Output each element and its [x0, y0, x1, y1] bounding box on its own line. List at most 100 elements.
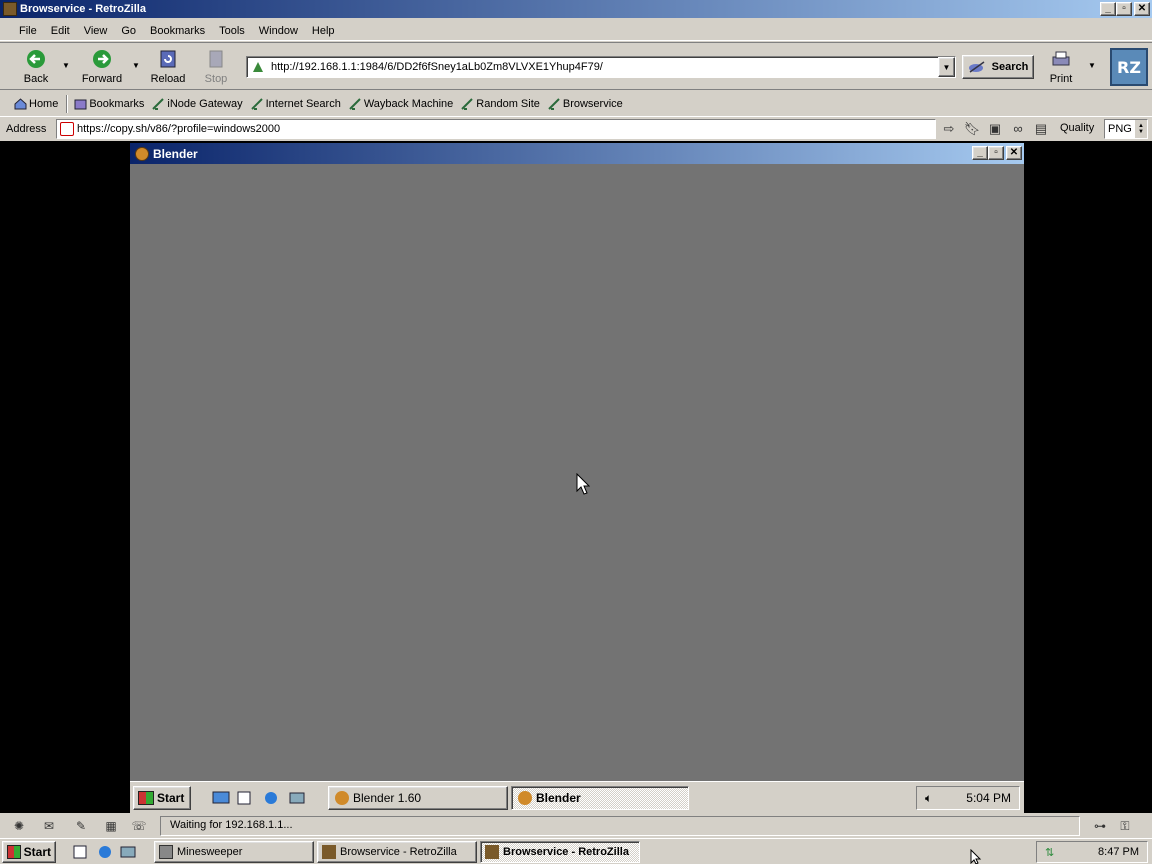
blender-window-title-bar[interactable]: Blender _ ▫ ✕: [130, 143, 1024, 164]
bookmark-home-label: Home: [29, 97, 59, 110]
close-button[interactable]: ✕: [1134, 2, 1150, 16]
security-icon[interactable]: ⚿: [1116, 818, 1134, 834]
internet-explorer-icon[interactable]: [96, 844, 114, 860]
mail-icon[interactable]: ✉: [40, 818, 58, 834]
system-tray: ⇅ 8:47 PM: [1036, 841, 1148, 863]
blender-minimize-button[interactable]: _: [972, 146, 988, 160]
url-field[interactable]: http://192.168.1.1:1984/6/DD2f6fSney1aLb…: [246, 56, 956, 78]
back-label: Back: [23, 73, 49, 85]
menu-file[interactable]: File: [12, 25, 44, 37]
address-book-icon[interactable]: ▦: [102, 818, 120, 834]
bookmark-browservice-label: Browservice: [562, 97, 623, 110]
bookmark-internet-search[interactable]: Internet Search: [250, 97, 341, 110]
online-status-icon[interactable]: ⊶: [1088, 818, 1112, 834]
bookmark-link-icon: [250, 97, 263, 110]
composer-icon[interactable]: ✎: [72, 818, 90, 834]
find-binoculars-icon[interactable]: ∞: [1009, 120, 1027, 138]
go-arrow-icon[interactable]: ⇨: [940, 120, 958, 138]
minimize-button[interactable]: _: [1100, 2, 1116, 16]
menu-tools[interactable]: Tools: [212, 25, 252, 37]
inner-task-blender[interactable]: Blender: [511, 786, 689, 810]
bookmarks-icon: [74, 99, 87, 109]
back-history-dropdown-icon[interactable]: ▼: [62, 61, 70, 70]
upload-icon[interactable]: ▤: [1032, 120, 1050, 138]
bookmark-bookmarks-label: Bookmarks: [89, 97, 145, 110]
address-label: Address: [6, 122, 47, 135]
network-icon[interactable]: [288, 790, 306, 806]
bookmark-home[interactable]: Home: [14, 98, 58, 110]
retrozilla-app-icon: [485, 845, 499, 859]
bookmarks-toolbar: Home Bookmarks iNode Gateway Internet Se…: [0, 92, 1152, 115]
retrozilla-app-icon: [3, 2, 17, 16]
connection-status-icon: ✺: [13, 819, 25, 833]
print-dropdown-icon[interactable]: ▼: [1088, 61, 1096, 70]
bookmark-inode-gateway[interactable]: iNode Gateway: [152, 98, 243, 110]
maximize-button[interactable]: ▫: [1116, 2, 1132, 16]
show-desktop-icon[interactable]: [72, 844, 90, 860]
menu-view[interactable]: View: [77, 25, 115, 37]
reload-label: Reload: [150, 73, 186, 85]
window-title-bar: Browservice - RetroZilla _ ▫ ✕: [0, 0, 1152, 18]
menu-window[interactable]: Window: [252, 25, 305, 37]
stop-icon: [209, 50, 223, 68]
volume-icon[interactable]: 🔈︎: [925, 791, 932, 806]
blender-maximize-button[interactable]: ▫: [988, 146, 1004, 160]
address-input[interactable]: https://copy.sh/v86/?profile=windows2000: [56, 119, 936, 139]
internet-explorer-icon[interactable]: [262, 790, 280, 806]
insecure-lock-icon: [60, 122, 74, 136]
inner-start-button[interactable]: Start: [133, 786, 191, 810]
back-arrow-icon: [27, 50, 45, 68]
bookmark-link-icon: [461, 97, 473, 110]
reload-button[interactable]: Reload: [148, 46, 188, 88]
network-icon[interactable]: [119, 844, 137, 860]
home-icon: [14, 97, 27, 109]
bookmark-browservice[interactable]: Browservice: [548, 98, 623, 110]
print-button[interactable]: Print: [1044, 46, 1078, 88]
back-button[interactable]: Back: [18, 46, 54, 88]
menu-bookmarks[interactable]: Bookmarks: [143, 25, 212, 37]
start-button[interactable]: Start: [2, 841, 56, 863]
bookmark-random-site[interactable]: Random Site: [461, 98, 540, 110]
menu-go[interactable]: Go: [114, 25, 143, 37]
bookmark-page-icon[interactable]: 🔖︎: [963, 120, 981, 138]
blender-close-button[interactable]: ✕: [1006, 146, 1022, 160]
menu-edit[interactable]: Edit: [44, 25, 77, 37]
print-label: Print: [1049, 73, 1073, 85]
quality-spinner-icon[interactable]: ▲ ▼: [1135, 120, 1147, 138]
forward-button[interactable]: Forward: [78, 46, 126, 88]
url-dropdown-icon[interactable]: ▼: [938, 57, 955, 77]
bookmark-random-site-label: Random Site: [476, 97, 540, 110]
quality-select[interactable]: PNG ▲ ▼: [1104, 119, 1148, 139]
search-button[interactable]: Search: [962, 55, 1034, 79]
search-icon: [968, 61, 985, 73]
window-title: Browservice - RetroZilla: [20, 3, 146, 15]
bookmark-wayback-machine[interactable]: Wayback Machine: [349, 98, 453, 110]
inner-start-label: Start: [157, 791, 185, 805]
url-text: http://192.168.1.1:1984/6/DD2f6fSney1aLb…: [271, 61, 603, 73]
start-label: Start: [23, 845, 51, 859]
irc-chat-icon[interactable]: ☏: [130, 818, 148, 834]
outlook-icon[interactable]: [236, 790, 254, 806]
clipboard-icon[interactable]: ▣: [986, 120, 1004, 138]
task-browservice-2[interactable]: Browservice - RetroZilla: [480, 841, 640, 863]
bookmark-bookmarks[interactable]: Bookmarks: [74, 98, 144, 110]
inner-task-blender-160-label: Blender 1.60: [353, 791, 422, 805]
tray-network-icon[interactable]: ⇅: [1045, 846, 1054, 859]
blender-app-icon: [135, 146, 149, 161]
forward-history-dropdown-icon[interactable]: ▼: [132, 61, 140, 70]
minesweeper-icon: [159, 845, 173, 859]
task-browservice-1[interactable]: Browservice - RetroZilla: [317, 841, 477, 863]
printer-icon: [1052, 51, 1070, 66]
menu-help[interactable]: Help: [305, 25, 342, 37]
blender-canvas[interactable]: [130, 164, 1024, 781]
stop-button[interactable]: Stop: [200, 46, 232, 88]
task-minesweeper-label: Minesweeper: [177, 846, 243, 858]
search-label: Search: [991, 61, 1029, 73]
inner-task-blender-160[interactable]: Blender 1.60: [328, 786, 508, 810]
menu-bar: File Edit View Go Bookmarks Tools Window…: [0, 21, 1152, 41]
task-minesweeper[interactable]: Minesweeper: [154, 841, 314, 863]
inner-clock: 5:04 PM: [966, 791, 1011, 805]
windows-logo-icon: [138, 791, 154, 805]
show-desktop-icon[interactable]: [212, 790, 230, 806]
address-bar: Address https://copy.sh/v86/?profile=win…: [0, 116, 1152, 140]
